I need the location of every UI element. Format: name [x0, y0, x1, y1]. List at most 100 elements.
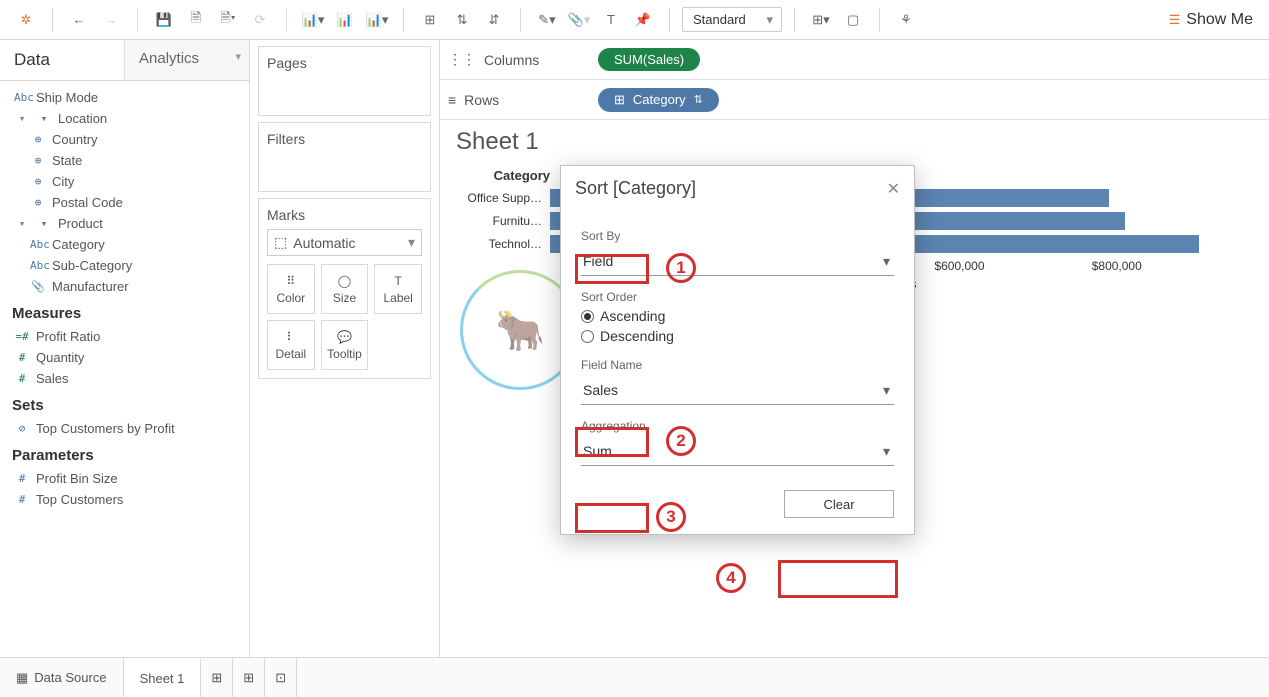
radio-descending[interactable]: Descending [581, 328, 894, 344]
new-story-icon[interactable]: ⊡ [265, 658, 297, 697]
field-manufacturer[interactable]: 📎Manufacturer [0, 276, 249, 297]
highlight-icon[interactable]: ✎▾ [533, 6, 561, 34]
chevron-down-icon: ▾ [14, 217, 30, 230]
sort-desc-icon[interactable]: 📊▾ [363, 6, 391, 34]
radio-icon [581, 310, 594, 323]
pages-shelf[interactable]: Pages [258, 46, 431, 116]
field-category[interactable]: Abc Category [0, 234, 249, 255]
show-me-icon: ☰ [1169, 12, 1181, 28]
attach-icon[interactable]: 📎▾ [565, 6, 593, 34]
axis-tick: $800,000 [1092, 259, 1249, 273]
aggregation-select[interactable]: Sum [581, 437, 894, 466]
sort-dialog: Sort [Category] ✕ Sort By Field Sort Ord… [560, 165, 915, 535]
field-profit-bin-size[interactable]: #Profit Bin Size [0, 468, 249, 489]
text-icon[interactable]: T [597, 6, 625, 34]
dashboard-icon[interactable]: ⊞▾ [807, 6, 835, 34]
marks-card: Marks ⬚ Automatic ⠿Color ◯Size TLabel ⠇D… [258, 198, 431, 379]
tab-data[interactable]: Data [0, 40, 124, 80]
back-icon[interactable]: ← [65, 6, 93, 34]
sort-up-icon[interactable]: ⇅ [448, 6, 476, 34]
bar-category-label: Furnitu… [460, 214, 550, 228]
tab-data-source[interactable]: ▦Data Source [0, 658, 124, 697]
rows-pill-category[interactable]: ⊞Category⇅ [598, 88, 719, 112]
field-location[interactable]: ▾▾Location [0, 108, 249, 129]
sort-order-label: Sort Order [581, 290, 894, 304]
forward-icon[interactable]: → [97, 6, 125, 34]
field-type-icon: Abc [30, 259, 46, 272]
field-city[interactable]: ⊕City [0, 171, 249, 192]
tableau-logo-icon[interactable]: ✲ [12, 6, 40, 34]
field-type-icon: # [14, 351, 30, 364]
mark-tooltip-button[interactable]: 💬Tooltip [321, 320, 369, 370]
sort-down-icon[interactable]: ⇵ [480, 6, 508, 34]
sheet-title[interactable]: Sheet 1 [440, 120, 1269, 156]
tab-analytics[interactable]: Analytics [124, 40, 249, 80]
field-profit-ratio[interactable]: =#Profit Ratio [0, 326, 249, 347]
sort-by-select[interactable]: Field [581, 247, 894, 276]
field-country[interactable]: ⊕Country [0, 129, 249, 150]
field-postal-code[interactable]: ⊕Postal Code [0, 192, 249, 213]
mark-detail-button[interactable]: ⠇Detail [267, 320, 315, 370]
bar-category-label: Office Supp… [460, 191, 550, 205]
field-top-customers-by-profit[interactable]: ⊘Top Customers by Profit [0, 418, 249, 439]
annotation-num-3: 3 [656, 502, 686, 532]
clear-button[interactable]: Clear [784, 490, 894, 518]
field-type-icon: ⊕ [30, 154, 46, 167]
sets-header: Sets [0, 389, 249, 418]
chevron-down-icon: ▾ [14, 112, 30, 125]
field-product[interactable]: ▾▾Product [0, 213, 249, 234]
main-toolbar: ✲ ← → 💾 🗎 🗎▾ ⟳ 📊▾ 📊 📊▾ ⊞ ⇅ ⇵ ✎▾ 📎▾ T 📌 S… [0, 0, 1269, 40]
field-label: City [52, 174, 74, 189]
field-label: Location [58, 111, 107, 126]
group-icon[interactable]: ⊞ [416, 6, 444, 34]
field-type-icon: 📎 [30, 280, 46, 293]
field-label: Product [58, 216, 103, 231]
new-data-icon[interactable]: 🗎 [182, 6, 210, 34]
field-ship-mode[interactable]: AbcShip Mode [0, 87, 249, 108]
measures-header: Measures [0, 297, 249, 326]
close-icon[interactable]: ✕ [887, 179, 900, 199]
sort-asc-icon[interactable]: 📊 [331, 6, 359, 34]
mark-color-button[interactable]: ⠿Color [267, 264, 315, 314]
new-dashboard-icon[interactable]: ⊞ [233, 658, 265, 697]
field-type-icon: Abc [30, 238, 46, 251]
columns-icon: ⋮⋮ [448, 51, 476, 68]
field-sales[interactable]: #Sales [0, 368, 249, 389]
mark-label-button[interactable]: TLabel [374, 264, 422, 314]
refresh-icon[interactable]: ⟳ [246, 6, 274, 34]
field-label: Sales [36, 371, 69, 386]
radio-icon [581, 330, 594, 343]
save-icon[interactable]: 💾 [150, 6, 178, 34]
show-me-button[interactable]: ☰ Show Me [1159, 7, 1263, 33]
columns-shelf[interactable]: ⋮⋮ Columns SUM(Sales) [440, 40, 1269, 80]
radio-ascending[interactable]: Ascending [581, 308, 894, 324]
fit-select[interactable]: Standard [682, 7, 782, 32]
field-type-icon: Abc [14, 91, 30, 104]
sort-by-label: Sort By [581, 229, 894, 243]
annotation-num-2: 2 [666, 426, 696, 456]
field-name-select[interactable]: Sales [581, 376, 894, 405]
mark-size-button[interactable]: ◯Size [321, 264, 369, 314]
new-worksheet-icon[interactable]: 🗎▾ [214, 6, 242, 34]
share-icon[interactable]: ⚘ [892, 6, 920, 34]
rows-label: Rows [464, 92, 499, 108]
present-icon[interactable]: ▢ [839, 6, 867, 34]
field-sub-category[interactable]: AbcSub-Category [0, 255, 249, 276]
detail-icon: ⠇ [286, 330, 295, 344]
pin-icon[interactable]: 📌 [629, 6, 657, 34]
field-quantity[interactable]: #Quantity [0, 347, 249, 368]
columns-label: Columns [484, 52, 539, 68]
filters-shelf[interactable]: Filters [258, 122, 431, 192]
new-sheet-icon[interactable]: ⊞ [201, 658, 233, 697]
field-label: Category [52, 237, 105, 252]
label-icon: T [394, 274, 401, 288]
tab-sheet-1[interactable]: Sheet 1 [124, 658, 202, 697]
columns-pill-sum-sales[interactable]: SUM(Sales) [598, 48, 700, 71]
mark-type-select[interactable]: ⬚ Automatic [267, 229, 422, 256]
rows-shelf[interactable]: ≡Rows ⊞Category⇅ [440, 80, 1269, 120]
swap-icon[interactable]: 📊▾ [299, 6, 327, 34]
field-state[interactable]: ⊕State [0, 150, 249, 171]
axis-tick: $600,000 [934, 259, 1091, 273]
field-label: Top Customers [36, 492, 123, 507]
field-top-customers[interactable]: #Top Customers [0, 489, 249, 510]
